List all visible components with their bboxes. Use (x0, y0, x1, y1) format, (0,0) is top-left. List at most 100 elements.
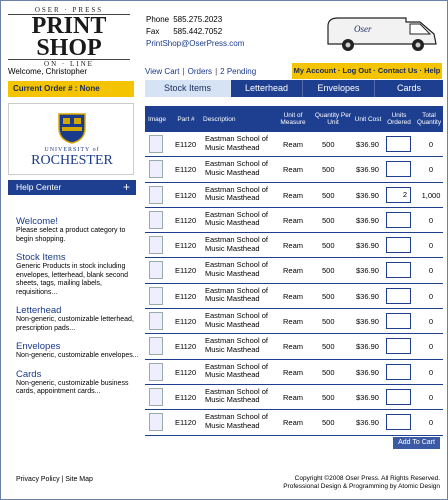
sidebar-heading-stock-items[interactable]: Stock Items (16, 252, 140, 263)
units-ordered-input[interactable] (386, 287, 411, 304)
product-thumbnail[interactable] (149, 312, 163, 331)
part-number: E1120 (175, 342, 197, 352)
table-row: E1120 Eastman School of Music Masthead Rea… (145, 410, 443, 436)
unit-cost: $36.90 (356, 190, 379, 200)
product-thumbnail[interactable] (149, 135, 163, 153)
unit-of-measure: Ream (283, 165, 304, 175)
table-row: E1120 Eastman School of Music Masthead Rea… (145, 359, 443, 385)
quantity-per-unit: 500 (322, 190, 335, 200)
product-thumbnail[interactable] (149, 261, 163, 280)
sidebar-heading-welcome: Welcome! (16, 216, 59, 227)
product-thumbnail[interactable] (149, 210, 163, 229)
product-thumbnail[interactable] (149, 362, 163, 381)
pending-link[interactable]: 2 Pending (220, 67, 256, 76)
unit-of-measure: Ream (283, 266, 304, 276)
units-ordered-input[interactable] (386, 211, 411, 228)
unit-cost: $36.90 (356, 392, 379, 402)
unit-of-measure: Ream (283, 342, 304, 352)
quantity-per-unit: 500 (322, 140, 335, 149)
product-thumbnail[interactable] (149, 185, 163, 204)
tab-cards[interactable]: Cards (375, 80, 443, 97)
units-ordered-input[interactable] (386, 262, 411, 279)
orders-link[interactable]: Orders (188, 67, 212, 76)
units-ordered-input[interactable] (386, 414, 411, 431)
unit-cost: $36.90 (356, 266, 379, 276)
total-quantity: 0 (428, 241, 434, 251)
total-quantity: 0 (428, 140, 434, 149)
table-row: E1120 Eastman School of Music Masthead Rea… (145, 334, 443, 360)
quantity-per-unit: 500 (322, 367, 335, 377)
view-cart-link[interactable]: View Cart (145, 67, 180, 76)
sidebar-heading-letterhead[interactable]: Letterhead (16, 305, 140, 316)
part-number: E1120 (175, 367, 197, 377)
total-quantity: 0 (428, 367, 434, 377)
total-quantity: 0 (428, 291, 434, 301)
table-body: E1120 Eastman School of Music Masthead Rea… (145, 132, 443, 436)
print-shop-logo[interactable]: OSER · PRESS PRINT SHOP ON · LINE (8, 6, 130, 68)
help-center-label: Help Center (16, 182, 62, 192)
units-ordered-input[interactable] (386, 388, 411, 405)
product-description: Eastman School of Music Masthead (205, 209, 268, 228)
product-description: Eastman School of Music Masthead (205, 184, 268, 203)
table-row: E1120 Eastman School of Music Masthead Rea… (145, 157, 443, 183)
unit-cost: $36.90 (356, 215, 379, 225)
product-description: Eastman School of Music Masthead (205, 336, 268, 354)
unit-of-measure: Ream (283, 367, 304, 377)
units-ordered-input[interactable] (386, 313, 411, 330)
expand-plus-icon: + (122, 180, 130, 194)
total-quantity: 0 (428, 317, 434, 327)
col-quantity-per-unit: Quantity Per Unit (314, 112, 352, 126)
product-thumbnail[interactable] (149, 286, 163, 305)
units-ordered-input[interactable] (386, 338, 411, 355)
unit-cost: $36.90 (356, 418, 379, 428)
units-ordered-input[interactable] (386, 161, 411, 178)
product-thumbnail[interactable] (149, 387, 163, 406)
account-bar[interactable]: My Account · Log Out · Contact Us · Help (292, 63, 442, 79)
shield-icon (58, 113, 86, 144)
total-quantity: 0 (428, 266, 434, 276)
product-thumbnail[interactable] (149, 337, 163, 356)
product-thumbnail[interactable] (149, 413, 163, 432)
quantity-per-unit: 500 (322, 342, 335, 352)
product-thumbnail[interactable] (149, 236, 163, 255)
product-description: Eastman School of Music Masthead (205, 134, 268, 152)
part-number: E1120 (175, 165, 197, 175)
units-ordered-input[interactable] (386, 136, 411, 152)
col-total-quantity: Total Quantity (416, 112, 442, 126)
unit-of-measure: Ream (283, 215, 304, 225)
product-description: Eastman School of Music Masthead (205, 311, 268, 329)
add-to-cart-button[interactable]: Add To Cart (393, 437, 440, 449)
phone-number: 585.275.2023 (173, 15, 223, 24)
units-ordered-input[interactable]: 2 (386, 186, 411, 203)
table-row: E1120 Eastman School of Music Masthead Rea… (145, 182, 443, 208)
tab-letterhead[interactable]: Letterhead (231, 80, 303, 97)
sidebar-categories: Welcome! Please select a product categor… (16, 216, 140, 397)
help-center-button[interactable]: Help Center + (8, 180, 136, 195)
sidebar-heading-cards[interactable]: Cards (16, 369, 140, 380)
quantity-per-unit: 500 (322, 317, 335, 327)
unit-of-measure: Ream (283, 291, 304, 301)
unit-of-measure: Ream (283, 392, 304, 402)
welcome-message: Welcome, Christopher (8, 67, 87, 76)
quantity-per-unit: 500 (322, 215, 335, 225)
product-thumbnail[interactable] (149, 160, 163, 179)
tab-envelopes[interactable]: Envelopes (303, 80, 375, 97)
email-link[interactable]: PrintShop@OserPress.com (146, 38, 244, 50)
total-quantity: 0 (428, 215, 434, 225)
unit-of-measure: Ream (283, 190, 304, 200)
units-ordered-input[interactable] (386, 237, 411, 254)
quantity-per-unit: 500 (322, 291, 335, 301)
part-number: E1120 (175, 190, 197, 200)
col-units-ordered: Units Ordered (387, 112, 411, 126)
fax-number: 585.442.7052 (173, 27, 223, 36)
table-header: Image Part # Description Unit of Measure… (145, 106, 443, 132)
part-number: E1120 (175, 215, 197, 225)
sidebar-heading-envelopes[interactable]: Envelopes (16, 341, 140, 352)
footer-links[interactable]: Privacy Policy | Site Map (16, 476, 93, 483)
total-quantity: 0 (428, 342, 434, 352)
contact-info: Phone 585.275.2023 Fax 585.442.7052 Prin… (146, 14, 244, 50)
part-number: E1120 (175, 317, 197, 327)
units-ordered-input[interactable] (386, 363, 411, 380)
unit-cost: $36.90 (356, 367, 379, 377)
tab-stock-items[interactable]: Stock Items (145, 80, 231, 97)
